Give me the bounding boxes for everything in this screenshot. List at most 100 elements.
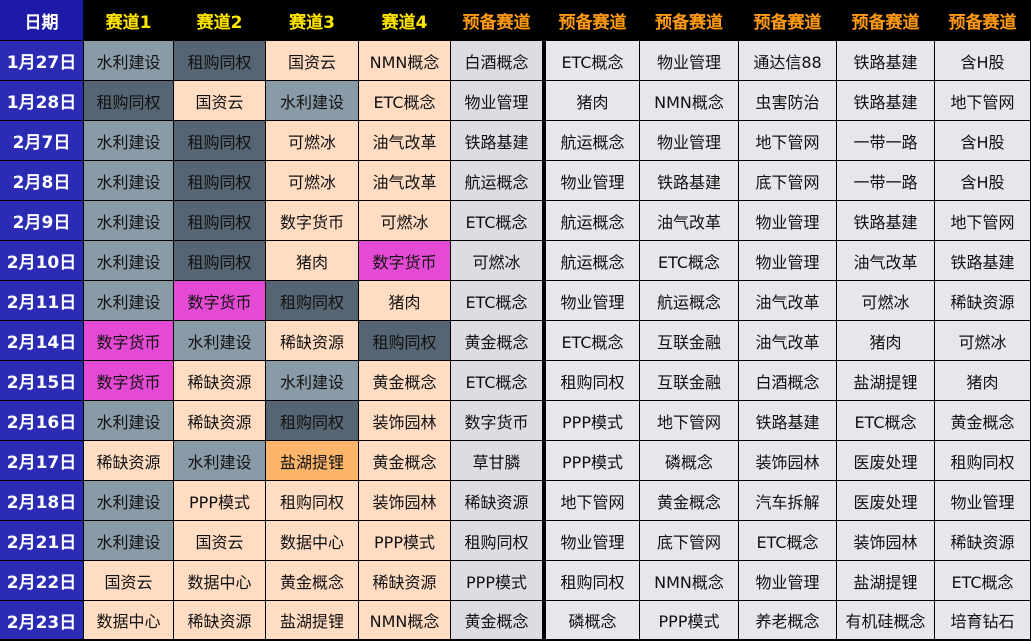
- lane-cell: 租购同权: [174, 41, 266, 81]
- lane2-header: 赛道2: [174, 0, 266, 41]
- lane-cell: 水利建设: [174, 321, 266, 361]
- spare-cell: 养老概念: [739, 601, 837, 640]
- date-cell: 2月21日: [0, 521, 84, 561]
- spare-cell: 盐湖提锂: [837, 561, 935, 601]
- lane-cell: PPP模式: [359, 521, 451, 561]
- spare-cell: 装饰园林: [739, 441, 837, 481]
- lane-cell: 水利建设: [266, 81, 359, 121]
- table-row: 2月17日 稀缺资源 水利建设 盐湖提锂 黄金概念 草甘膦 PPP模式 磷概念 装饰园林 医废处理…: [0, 441, 1031, 481]
- date-cell: 2月15日: [0, 361, 84, 401]
- spare-cell: PPP模式: [640, 601, 739, 640]
- spare-cell: 租购同权: [451, 521, 543, 561]
- lane-cell: 可燃冰: [359, 201, 451, 241]
- lane-cell: 黄金概念: [359, 441, 451, 481]
- spare-cell: 物业管理: [640, 41, 739, 81]
- spare-cell: 通达信88: [739, 41, 837, 81]
- spare-cell: 铁路基建: [837, 81, 935, 121]
- spare-cell: 物业管理: [543, 281, 640, 321]
- table-row: 2月10日 水利建设 租购同权 猪肉 数字货币 可燃冰 航运概念 ETC概念 物业管理 油气改革铁…: [0, 241, 1031, 281]
- table-row: 1月27日 水利建设 租购同权 国资云 NMN概念 白酒概念 ETC概念 物业管理 通达信88 铁…: [0, 41, 1031, 81]
- spare-cell: 医废处理: [837, 481, 935, 521]
- spare-cell: 物业管理: [935, 481, 1031, 521]
- spare-cell: ETC概念: [451, 281, 543, 321]
- table-row: 2月9日 水利建设 租购同权 数字货币 可燃冰 ETC概念 航运概念 油气改革 物业管理 铁路基建…: [0, 201, 1031, 241]
- lane-cell: 可燃冰: [266, 121, 359, 161]
- spare-header: 预备赛道: [543, 0, 640, 41]
- lane-cell: 稀缺资源: [174, 601, 266, 640]
- date-cell: 2月17日: [0, 441, 84, 481]
- table-row: 2月21日 水利建设 国资云 数据中心 PPP模式 租购同权 物业管理 底下管网 ETC概念 装饰…: [0, 521, 1031, 561]
- header-row: 日期 赛道1 赛道2 赛道3 赛道4 预备赛道 预备赛道 预备赛道 预备赛道 预…: [0, 0, 1031, 41]
- lane3-header: 赛道3: [266, 0, 359, 41]
- spare-cell: 含H股: [935, 41, 1031, 81]
- table-row: 2月23日 数据中心 稀缺资源 盐湖提锂 NMN概念 黄金概念 磷概念 PPP模式 养老概念 有机…: [0, 601, 1031, 640]
- lane-cell: ETC概念: [359, 81, 451, 121]
- spare-cell: 黄金概念: [640, 481, 739, 521]
- spare-cell: 航运概念: [543, 121, 640, 161]
- lane-cell: 盐湖提锂: [266, 441, 359, 481]
- lane-cell: 稀缺资源: [266, 321, 359, 361]
- lane-cell: 租购同权: [174, 201, 266, 241]
- spare-cell: 铁路基建: [837, 201, 935, 241]
- lane-cell: 数字货币: [266, 201, 359, 241]
- lane4-header: 赛道4: [359, 0, 451, 41]
- spare-cell: 汽车拆解: [739, 481, 837, 521]
- lane-cell: 租购同权: [266, 481, 359, 521]
- date-cell: 2月8日: [0, 161, 84, 201]
- lane-cell: NMN概念: [359, 41, 451, 81]
- spare-cell: 盐湖提锂: [837, 361, 935, 401]
- lane-cell: 水利建设: [84, 481, 174, 521]
- lane-cell: 装饰园林: [359, 481, 451, 521]
- lane-cell: 稀缺资源: [174, 401, 266, 441]
- spare-cell: PPP模式: [543, 401, 640, 441]
- spare-cell: 油气改革: [739, 281, 837, 321]
- date-cell: 1月27日: [0, 41, 84, 81]
- table-row: 2月8日 水利建设 租购同权 可燃冰 油气改革 航运概念 物业管理 铁路基建 底下管网 一带一路含…: [0, 161, 1031, 201]
- date-cell: 2月18日: [0, 481, 84, 521]
- spare-cell: 铁路基建: [837, 41, 935, 81]
- lane-cell: 租购同权: [266, 401, 359, 441]
- spare-cell: 稀缺资源: [935, 521, 1031, 561]
- lane-cell: 国资云: [84, 561, 174, 601]
- lane-cell: 水利建设: [174, 441, 266, 481]
- lane-cell: 水利建设: [266, 361, 359, 401]
- date-cell: 2月16日: [0, 401, 84, 441]
- spare-cell: 虫害防治: [739, 81, 837, 121]
- lane-cell: 数据中心: [174, 561, 266, 601]
- spare-cell: 物业管理: [451, 81, 543, 121]
- lane-cell: 租购同权: [174, 241, 266, 281]
- spare-cell: ETC概念: [543, 321, 640, 361]
- lane-cell: 水利建设: [84, 161, 174, 201]
- date-cell: 2月23日: [0, 601, 84, 640]
- spare-cell: 铁路基建: [640, 161, 739, 201]
- lane-cell: 黄金概念: [266, 561, 359, 601]
- lane-cell: 水利建设: [84, 201, 174, 241]
- spare-header: 预备赛道: [739, 0, 837, 41]
- spare-cell: 物业管理: [739, 241, 837, 281]
- lane-cell: 油气改革: [359, 161, 451, 201]
- spare-cell: 物业管理: [543, 161, 640, 201]
- spare-cell: 航运概念: [543, 241, 640, 281]
- spare-cell: 油气改革: [640, 201, 739, 241]
- lane-cell: 水利建设: [84, 241, 174, 281]
- spare-cell: 铁路基建: [935, 241, 1031, 281]
- spare-cell: 地下管网: [935, 81, 1031, 121]
- spare-cell: 草甘膦: [451, 441, 543, 481]
- spare-cell: 地下管网: [543, 481, 640, 521]
- spare-cell: 底下管网: [640, 521, 739, 561]
- spare-cell: 租购同权: [935, 441, 1031, 481]
- spare-header: 预备赛道: [935, 0, 1031, 41]
- lane-cell: NMN概念: [359, 601, 451, 640]
- lane-cell: 稀缺资源: [84, 441, 174, 481]
- lane-cell: 国资云: [174, 81, 266, 121]
- spare-cell: NMN概念: [640, 561, 739, 601]
- table-row: 2月7日 水利建设 租购同权 可燃冰 油气改革 铁路基建 航运概念 物业管理 地下管网 一带一路含…: [0, 121, 1031, 161]
- spare-cell: 可燃冰: [935, 321, 1031, 361]
- spare-cell: 医废处理: [837, 441, 935, 481]
- spare-cell: 底下管网: [739, 161, 837, 201]
- spare-cell: 油气改革: [837, 241, 935, 281]
- spare-cell: PPP模式: [451, 561, 543, 601]
- lane-cell: 油气改革: [359, 121, 451, 161]
- lane-cell: 国资云: [174, 521, 266, 561]
- spare-cell: 一带一路: [837, 121, 935, 161]
